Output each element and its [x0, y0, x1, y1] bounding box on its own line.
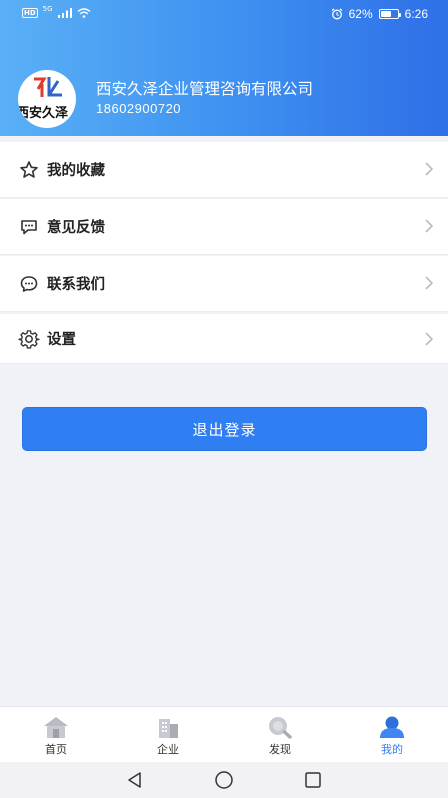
tab-enterprise[interactable]: 企业	[112, 707, 224, 762]
battery-level	[380, 11, 392, 17]
menu-item-settings[interactable]: 设置	[0, 314, 448, 364]
menu-group-main: 我的收藏 意见反馈 联系我们	[0, 142, 448, 312]
wifi-icon	[77, 8, 91, 18]
profile-header: HD 5G 62% 6:26 西安久泽 西安久泽企业管理咨询有限公司 18602…	[0, 0, 448, 136]
chevron-right-icon	[425, 276, 434, 290]
logo-mark-icon	[34, 77, 62, 97]
network-type: 5G	[42, 5, 53, 13]
company-logo: 西安久泽	[18, 70, 76, 128]
building-icon	[159, 719, 178, 738]
menu-label: 意见反馈	[47, 220, 105, 236]
battery-icon	[378, 9, 401, 19]
back-icon[interactable]	[126, 771, 144, 789]
home-icon	[44, 717, 68, 738]
menu-label: 设置	[47, 332, 76, 348]
system-nav-bar	[0, 762, 448, 798]
tab-label: 首页	[45, 743, 67, 756]
chevron-right-icon	[425, 219, 434, 233]
bottom-tab-bar: 首页 企业 发现 我的	[0, 706, 448, 762]
menu-item-favorites[interactable]: 我的收藏	[0, 142, 448, 198]
chevron-right-icon	[425, 162, 434, 176]
home-button-icon[interactable]	[214, 770, 234, 790]
tab-label: 我的	[381, 743, 403, 756]
star-icon	[18, 159, 40, 181]
clock: 6:26	[404, 7, 428, 21]
gear-icon	[18, 328, 40, 350]
contact-icon	[18, 273, 40, 295]
menu-label: 联系我们	[47, 277, 105, 293]
hd-badge: HD	[22, 8, 38, 18]
feedback-icon	[18, 216, 40, 238]
chevron-right-icon	[425, 332, 434, 346]
menu-group-settings: 设置	[0, 314, 448, 364]
signal-icon	[57, 8, 72, 18]
tab-label: 企业	[157, 743, 179, 756]
discover-icon	[269, 717, 292, 739]
user-icon	[380, 716, 404, 738]
tab-mine[interactable]: 我的	[336, 707, 448, 762]
menu-label: 我的收藏	[47, 163, 105, 179]
recents-icon[interactable]	[304, 771, 322, 789]
tab-home[interactable]: 首页	[0, 707, 112, 762]
alarm-icon	[331, 8, 343, 20]
tab-discover[interactable]: 发现	[224, 707, 336, 762]
tab-label: 发现	[269, 743, 291, 756]
logo-text: 西安久泽	[18, 106, 69, 121]
company-name: 西安久泽企业管理咨询有限公司	[96, 80, 314, 98]
menu-item-feedback[interactable]: 意见反馈	[0, 199, 448, 255]
menu-item-contact[interactable]: 联系我们	[0, 256, 448, 312]
logout-button[interactable]: 退出登录	[22, 407, 427, 451]
phone-number: 18602900720	[96, 101, 182, 116]
status-bar: HD 5G 62% 6:26	[0, 0, 448, 28]
battery-percent: 62%	[348, 7, 373, 21]
